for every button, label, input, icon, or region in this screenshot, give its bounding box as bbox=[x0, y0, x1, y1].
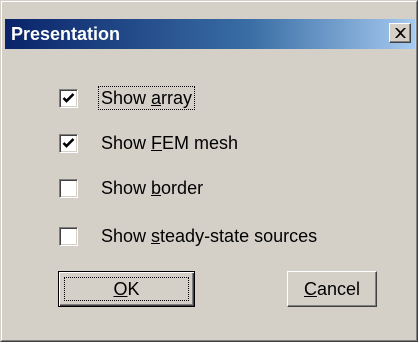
access-key: F bbox=[151, 133, 163, 153]
label-text: ancel bbox=[316, 278, 361, 299]
show-border-checkbox[interactable] bbox=[59, 178, 78, 198]
access-key: O bbox=[113, 278, 128, 299]
title-bar: Presentation bbox=[5, 19, 415, 49]
show-steady-state-sources-label: Show steady-state sources bbox=[99, 225, 319, 247]
label-text: Show bbox=[101, 226, 152, 246]
dialog-title: Presentation bbox=[11, 24, 121, 44]
show-border-option[interactable]: Show border bbox=[59, 175, 205, 201]
show-array-label: Show array bbox=[97, 86, 196, 110]
access-key: s bbox=[151, 226, 161, 246]
ok-button[interactable]: OK bbox=[58, 271, 195, 307]
label-text: rray bbox=[161, 88, 193, 108]
access-key: b bbox=[151, 178, 162, 198]
show-border-label: Show border bbox=[99, 177, 205, 199]
show-steady-state-sources-checkbox[interactable] bbox=[59, 226, 78, 246]
label-text: order bbox=[161, 178, 204, 198]
presentation-dialog: Presentation Show array Show FEM mesh Sh… bbox=[0, 0, 418, 342]
show-fem-mesh-option[interactable]: Show FEM mesh bbox=[59, 130, 240, 156]
show-steady-state-sources-option[interactable]: Show steady-state sources bbox=[59, 223, 319, 249]
show-fem-mesh-label: Show FEM mesh bbox=[99, 132, 240, 154]
close-button[interactable] bbox=[389, 23, 411, 43]
cancel-label: Cancel bbox=[304, 279, 360, 300]
ok-label: OK bbox=[113, 279, 139, 300]
cancel-button[interactable]: Cancel bbox=[287, 271, 377, 307]
label-text: Show bbox=[101, 133, 152, 153]
show-fem-mesh-checkbox[interactable] bbox=[59, 133, 78, 153]
checkmark-icon bbox=[62, 137, 75, 148]
label-text: Show bbox=[101, 88, 152, 108]
checkmark-icon bbox=[62, 92, 75, 103]
close-icon bbox=[395, 28, 406, 38]
show-array-option[interactable]: Show array bbox=[59, 85, 196, 111]
label-text: K bbox=[127, 278, 140, 299]
label-text: EM mesh bbox=[162, 133, 239, 153]
label-text: teady-state sources bbox=[160, 226, 318, 246]
label-text: Show bbox=[101, 178, 152, 198]
show-array-checkbox[interactable] bbox=[59, 88, 78, 108]
access-key: a bbox=[151, 88, 162, 108]
access-key: C bbox=[303, 278, 317, 299]
